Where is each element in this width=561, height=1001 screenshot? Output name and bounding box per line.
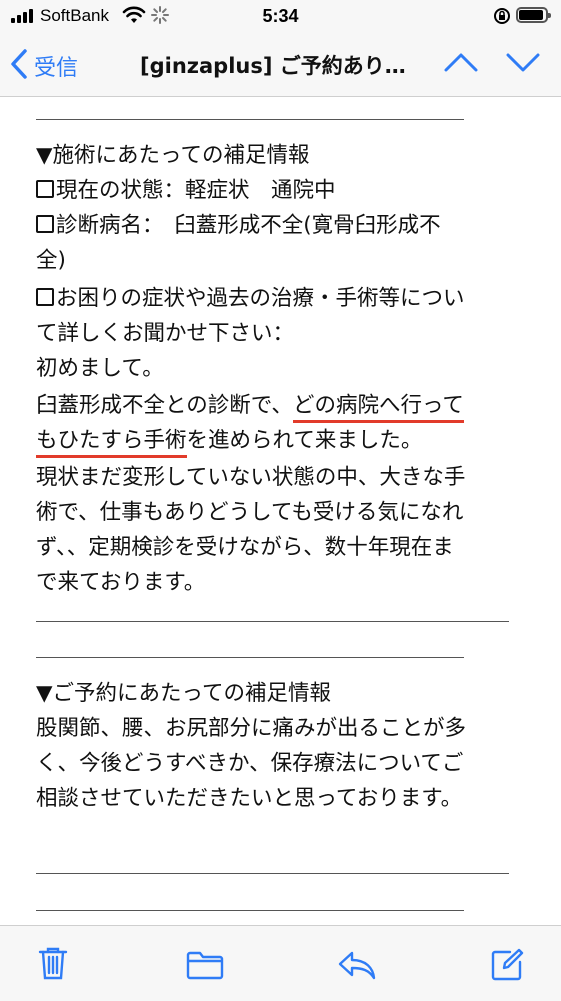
previous-message-button[interactable] [443,50,479,78]
divider [36,119,464,120]
bottom-toolbar [0,925,561,1001]
highlighted-text: どの病院へ行って [292,393,464,423]
back-label: 受信 [34,56,79,81]
paragraph-line: 術で、仕事もありどうしても受ける気になれ [36,500,464,525]
symptoms-line-cont: て詳しくお聞かせ下さい： [36,321,295,346]
compose-icon[interactable] [490,948,524,986]
divider [36,910,464,911]
paragraph-line: 臼蓋形成不全との診断で、どの病院へ行って [36,391,464,423]
section-heading: ▼ご予約にあたっての補足情報 [36,681,331,706]
divider [36,873,509,874]
checkbox-icon [36,215,54,233]
paragraph-line: く、今後どうすべきか、保存療法についてご [36,751,464,776]
symptoms-line: お困りの症状や過去の治療・手術等につい [36,284,465,314]
trash-icon[interactable] [38,946,68,984]
divider [36,657,464,658]
message-body: ▼施術にあたっての補足情報 現在の状態：軽症状 通院中 診断病名： 臼蓋形成不全… [0,97,561,925]
paragraph-line: 相談させていただきたいと思っております。 [36,786,463,811]
orientation-lock-icon [493,7,511,30]
next-message-button[interactable] [505,50,541,78]
message-subject-title: [ginzaplus] ご予約あり… [140,54,406,78]
chevron-left-icon [10,48,28,84]
divider [36,621,509,622]
status-bar: SoftBank 5:34 [0,0,561,34]
highlighted-text: もひたすら手術 [36,428,187,458]
paragraph-line: 現状まだ変形していない状態の中、大きな手 [36,465,466,490]
paragraph-line: で来ております。 [36,570,206,595]
checkbox-icon [36,180,54,198]
diagnosis-line: 診断病名： 臼蓋形成不全(寛骨臼形成不 [36,211,441,241]
checkbox-icon [36,288,54,306]
paragraph-line: 股関節、腰、お尻部分に痛みが出ることが多 [36,716,467,741]
diagnosis-line-cont: 全) [36,248,66,273]
section-heading: ▼施術にあたっての補足情報 [36,143,310,168]
status-time: 5:34 [262,6,299,26]
paragraph-greeting: 初めまして。 [36,356,164,381]
back-button[interactable]: 受信 [10,48,78,84]
paragraph-line: ず、、定期検診を受けながら、数十年現在ま [36,535,454,560]
battery-icon [516,7,551,23]
reply-icon[interactable] [338,950,376,984]
navigation-bar: 受信 [ginzaplus] ご予約あり… [0,34,561,97]
folder-icon[interactable] [186,950,224,984]
status-line: 現在の状態：軽症状 通院中 [36,176,336,206]
paragraph-line: もひたすら手術を進められて来ました。 [36,426,422,458]
